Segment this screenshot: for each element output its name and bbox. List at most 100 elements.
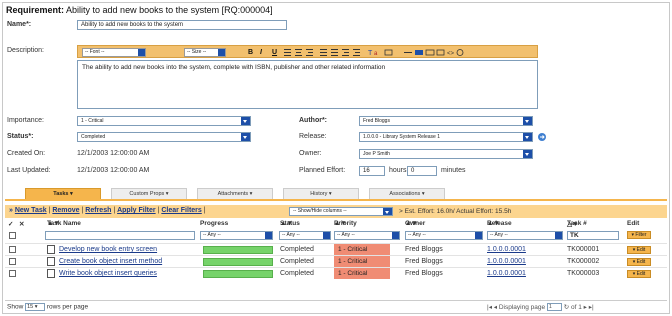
release-label: Release: (299, 133, 327, 140)
release-select[interactable]: 1.0.0.0 - Library System Release 1 (359, 132, 533, 142)
bold-button[interactable]: B (248, 48, 253, 57)
title-label: Requirement: (6, 5, 65, 15)
task-name-link[interactable]: Create book object insert method (59, 258, 162, 265)
task-name-link[interactable]: Develop new book entry screen (59, 246, 157, 253)
effort-hours-input[interactable]: 16 (359, 166, 385, 176)
delete-icon[interactable]: ✕ (19, 220, 24, 228)
progress-filter[interactable]: -- Any -- (200, 231, 273, 240)
go-page-icon[interactable]: ↻ (564, 304, 569, 311)
importance-label: Importance: (7, 117, 44, 124)
tab-history[interactable]: History ▾ (283, 188, 359, 199)
task-name-link[interactable]: Write book object insert queries (59, 270, 157, 277)
tab-associations[interactable]: Associations ▾ (369, 188, 445, 199)
effort-label: Planned Effort: (299, 167, 346, 174)
status-filter[interactable]: -- Any -- (279, 231, 331, 240)
tab-tasks[interactable]: Tasks ▾ (25, 188, 101, 199)
row-checkbox[interactable] (9, 258, 16, 265)
columns-select[interactable]: -- Show/Hide columns -- (289, 207, 393, 216)
chevron-down-icon (241, 117, 250, 125)
page-input[interactable]: 1 (546, 303, 562, 312)
task-status: Completed (280, 258, 314, 265)
underline-button[interactable]: U (272, 48, 277, 57)
header-status[interactable]: Status ▲▼ (280, 220, 300, 227)
description-editor[interactable]: The ability to add new books into the sy… (77, 60, 538, 109)
rows-per-page-label: rows per page (46, 303, 89, 311)
owner-filter[interactable]: -- Any -- (405, 231, 483, 240)
description-label: Description: (7, 47, 44, 54)
created-label: Created On: (7, 150, 46, 157)
tab-attachments[interactable]: Attachments ▾ (197, 188, 273, 199)
task-number: TK000001 (567, 246, 600, 253)
task-release-link[interactable]: 1.0.0.0.0001 (487, 270, 526, 277)
tab-custom-props[interactable]: Custom Props ▾ (111, 188, 187, 199)
row-checkbox[interactable] (9, 246, 16, 253)
format-icons[interactable]: T a <> (284, 48, 534, 57)
svg-text:T: T (368, 50, 373, 57)
document-icon (47, 269, 55, 278)
task-release-link[interactable]: 1.0.0.0.0001 (487, 258, 526, 265)
updated-label: Last Updated: (7, 167, 51, 174)
header-task-number[interactable]: Task # △▼ (567, 220, 587, 228)
task-priority: 1 - Critical (334, 268, 390, 279)
show-label: Show (7, 303, 24, 311)
release-link-icon[interactable] (537, 132, 547, 142)
progress-bar (203, 270, 273, 278)
task-number: TK000003 (567, 270, 600, 277)
task-owner: Fred Bloggs (405, 246, 443, 253)
task-number: TK000002 (567, 258, 600, 265)
row-checkbox[interactable] (9, 270, 16, 277)
edit-button[interactable]: ▾ Edit (627, 246, 651, 254)
header-priority[interactable]: Priority ▲▼ (334, 220, 357, 227)
italic-button[interactable]: I (260, 48, 262, 57)
task-release-link[interactable]: 1.0.0.0.0001 (487, 246, 526, 253)
task-status: Completed (280, 246, 314, 253)
header-owner[interactable]: Owner ▲▼ (405, 220, 425, 227)
font-select[interactable]: -- Font -- (82, 48, 146, 57)
svg-text:<>: <> (447, 51, 455, 57)
size-select[interactable]: -- Size -- (184, 48, 226, 57)
select-all-check-icon[interactable]: ✓ (8, 220, 13, 228)
remove-link[interactable]: Remove (52, 207, 79, 214)
table-row: Create book object insert method Complet… (5, 255, 667, 267)
document-icon (47, 257, 55, 266)
task-status: Completed (280, 270, 314, 277)
refresh-link[interactable]: Refresh (85, 207, 111, 214)
priority-filter[interactable]: -- Any -- (334, 231, 400, 240)
first-page-icon[interactable]: |◂ (487, 304, 492, 311)
page-title: Requirement: Ability to add new books to… (6, 5, 273, 15)
updated-value: 12/1/2003 12:00:00 AM (77, 167, 150, 174)
status-select[interactable]: Completed (77, 132, 251, 142)
tasks-panel: » New Task | Remove | Refresh | Apply Fi… (5, 199, 667, 312)
apply-filter-link[interactable]: Apply Filter (117, 207, 156, 214)
select-all-checkbox[interactable] (9, 232, 16, 239)
clear-filters-link[interactable]: Clear Filters (161, 207, 201, 214)
last-page-icon[interactable]: ▸| (589, 304, 594, 311)
edit-button[interactable]: ▾ Edit (627, 258, 651, 266)
effort-summary: > Est. Effort: 16.0h/ Actual Effort: 15.… (399, 208, 512, 215)
header-release[interactable]: Release ▲▼ (487, 220, 512, 227)
next-page-icon[interactable]: ▸ (584, 304, 587, 311)
filter-button[interactable]: ▾ Filter (627, 231, 651, 239)
of-pages-label: of 1 (571, 304, 582, 311)
importance-select[interactable]: 1 - Critical (77, 116, 251, 126)
prev-page-icon[interactable]: ◂ (494, 304, 497, 311)
author-select[interactable]: Fred Bloggs (359, 116, 533, 126)
page-size-select[interactable]: 15 ▾ (25, 303, 46, 311)
name-label: Name*: (7, 21, 32, 28)
task-owner: Fred Bloggs (405, 258, 443, 265)
task-number-filter[interactable]: TK (567, 231, 619, 240)
release-filter[interactable]: -- Any -- (487, 231, 563, 240)
svg-text:a: a (374, 51, 378, 57)
minutes-label: minutes (441, 167, 466, 174)
task-name-filter[interactable] (45, 231, 195, 240)
new-task-link[interactable]: New Task (15, 207, 47, 214)
owner-select[interactable]: Joe P Smith (359, 149, 533, 159)
hours-label: hours (389, 167, 407, 174)
chevron-down-icon (523, 133, 532, 141)
edit-button[interactable]: ▾ Edit (627, 270, 651, 278)
displaying-label: Displaying page (498, 304, 546, 311)
header-task-name[interactable]: Task Name ▲▼ (47, 220, 81, 227)
name-field[interactable]: Ability to add new books to the system (77, 20, 287, 30)
table-header: ✓ ✕ Task Name ▲▼ Progress Status ▲▼ Prio… (5, 220, 667, 229)
effort-minutes-input[interactable]: 0 (407, 166, 437, 176)
